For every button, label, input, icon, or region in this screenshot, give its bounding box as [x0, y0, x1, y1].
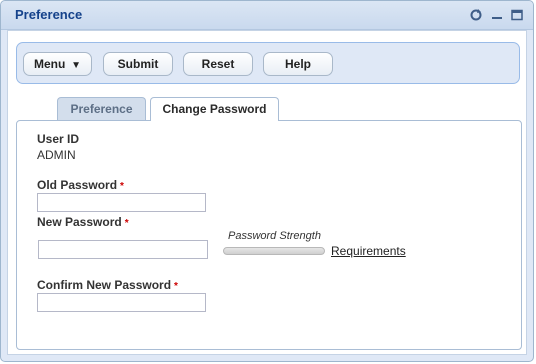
tab-change-password[interactable]: Change Password	[150, 97, 279, 121]
window-title: Preference	[15, 7, 83, 22]
required-marker: *	[174, 281, 178, 292]
old-password-field[interactable]	[37, 193, 206, 212]
user-id-value: ADMIN	[37, 148, 76, 162]
submit-button[interactable]: Submit	[103, 52, 173, 76]
title-bar: Preference	[1, 1, 533, 30]
confirm-password-label-text: Confirm New Password	[37, 278, 172, 292]
dropdown-arrow-icon: ▼	[71, 60, 81, 71]
reset-button[interactable]: Reset	[183, 52, 253, 76]
menu-button[interactable]: Menu ▼	[23, 52, 92, 76]
change-password-panel: User ID ADMIN Old Password * New Password…	[16, 120, 522, 350]
preference-window: Preference Menu ▼ Submit Reset Help Pref…	[0, 0, 534, 362]
window-body: Menu ▼ Submit Reset Help Preference Chan…	[7, 30, 527, 355]
confirm-password-label: Confirm New Password *	[37, 278, 178, 292]
refresh-icon[interactable]	[469, 8, 483, 22]
help-button[interactable]: Help	[263, 52, 333, 76]
tab-preference[interactable]: Preference	[57, 97, 146, 120]
password-strength-bar	[223, 247, 325, 255]
new-password-label: New Password *	[37, 215, 129, 229]
user-id-label: User ID	[37, 132, 80, 146]
required-marker: *	[124, 218, 129, 229]
requirements-link[interactable]: Requirements	[331, 244, 406, 258]
menu-button-label: Menu	[34, 57, 66, 71]
old-password-label: Old Password *	[37, 178, 124, 192]
old-password-label-text: Old Password	[37, 178, 118, 192]
required-marker: *	[120, 181, 124, 192]
toolbar: Menu ▼ Submit Reset Help	[16, 42, 520, 84]
new-password-label-text: New Password	[37, 215, 122, 229]
password-strength-label: Password Strength	[228, 230, 321, 242]
new-password-field[interactable]	[38, 240, 208, 259]
minimize-icon[interactable]	[490, 8, 504, 22]
maximize-icon[interactable]	[510, 8, 524, 22]
confirm-password-field[interactable]	[37, 293, 206, 312]
